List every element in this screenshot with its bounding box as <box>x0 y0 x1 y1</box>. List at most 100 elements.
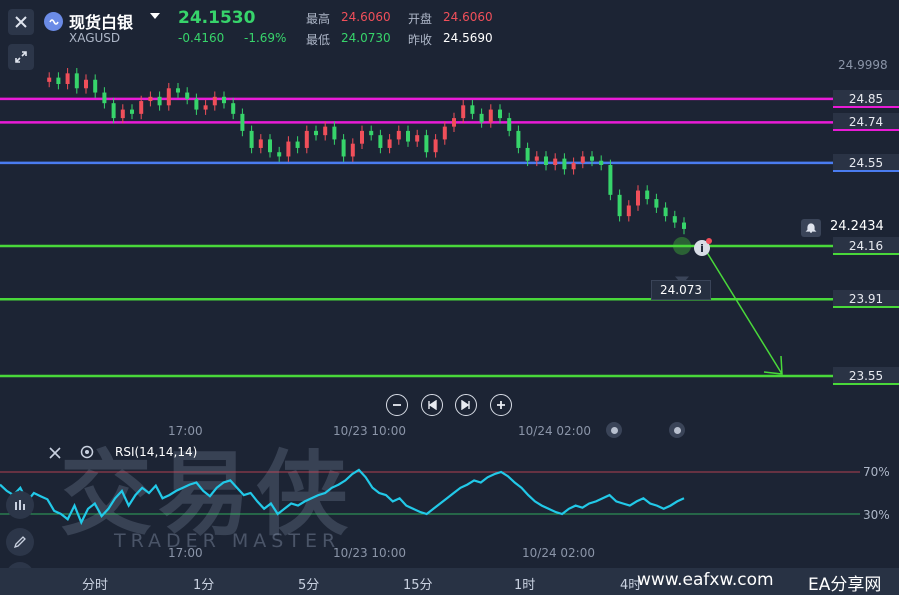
candle-body <box>433 139 438 153</box>
scroll-end-button[interactable] <box>455 394 477 416</box>
candle-body <box>672 216 677 223</box>
level-tag: 24.85 <box>833 89 899 108</box>
chart-app: 现货白银 XAGUSD 24.1530 -0.4160 -1.69% 最高 24… <box>0 0 899 595</box>
zoom-in-button[interactable] <box>490 394 512 416</box>
candle-body <box>350 143 355 157</box>
price-marker-glow <box>673 236 691 255</box>
minus-icon <box>393 404 401 406</box>
candle-body <box>102 92 107 104</box>
bell-icon <box>805 223 817 233</box>
candle-body <box>608 164 613 195</box>
zoom-out-button[interactable] <box>386 394 408 416</box>
open-value: 24.6060 <box>443 10 493 24</box>
price-chart[interactable]: i <box>0 52 899 392</box>
candle-body <box>139 101 144 114</box>
close-icon <box>15 16 27 28</box>
candle-body <box>332 126 337 140</box>
period-tab[interactable]: 1分 <box>193 574 214 593</box>
candle-body <box>470 105 475 114</box>
axis-top-price: 24.9998 <box>838 58 888 72</box>
scroll-start-button[interactable] <box>421 394 443 416</box>
last-price: 24.1530 <box>178 8 256 28</box>
footer-url: www.eafxw.com <box>637 570 774 590</box>
rsi-chart[interactable] <box>0 462 899 540</box>
candle-body <box>415 135 420 142</box>
candle-body <box>249 130 254 148</box>
prev-close-value: 24.5690 <box>443 31 493 45</box>
candle-body <box>525 147 530 161</box>
candle-body <box>268 139 272 153</box>
symbol-icon <box>44 12 63 31</box>
dot-marker[interactable] <box>669 422 685 438</box>
candle-body <box>378 135 383 148</box>
close-icon <box>49 447 61 459</box>
candle-body <box>424 135 429 153</box>
candle-body <box>341 139 346 157</box>
candle-body <box>571 162 576 170</box>
candle-body <box>323 126 328 136</box>
candle-body <box>461 105 466 119</box>
candle-body <box>295 141 300 148</box>
candle-body <box>56 77 61 85</box>
candle-body <box>387 139 392 148</box>
price-change: -0.4160 <box>178 31 225 45</box>
level-tag: 23.55 <box>833 367 899 385</box>
draw-tool-button[interactable] <box>6 528 34 556</box>
price-change-percent: -1.69% <box>244 31 287 45</box>
symbol-name[interactable]: 现货白银 <box>69 9 133 33</box>
time-label: 17:00 <box>168 546 203 560</box>
rsi-line <box>0 468 685 526</box>
candle-body <box>479 113 484 123</box>
rsi-upper-label: 70% <box>863 465 890 479</box>
candle-body <box>130 109 134 114</box>
candle-body <box>65 73 70 85</box>
candle-body <box>314 130 318 136</box>
candle-body <box>93 79 98 93</box>
candle-body <box>636 190 640 206</box>
candle-body <box>74 73 79 89</box>
candle-body <box>626 205 631 217</box>
candle-body <box>277 152 282 157</box>
candle-body <box>111 103 116 119</box>
indicator-settings-button[interactable] <box>79 444 95 464</box>
period-tab[interactable]: 分时 <box>82 574 108 593</box>
rsi-label: RSI(14,14,14) <box>115 445 198 459</box>
high-value: 24.6060 <box>341 10 391 24</box>
time-label: 10/24 02:00 <box>518 424 591 438</box>
close-button[interactable] <box>8 9 34 35</box>
candle-body <box>176 88 180 93</box>
period-tab[interactable]: 5分 <box>298 574 319 593</box>
low-label: 最低 <box>306 33 331 47</box>
candle-body <box>516 130 521 148</box>
candle-body <box>663 207 668 217</box>
candle-body <box>157 96 162 106</box>
pencil-icon <box>13 536 26 549</box>
candle-body <box>396 130 401 140</box>
period-tab[interactable]: 1时 <box>514 574 535 593</box>
level-tag: 24.16 <box>833 236 899 255</box>
candle-body <box>84 79 88 89</box>
projection-arrow <box>702 245 783 375</box>
candle-body <box>212 96 217 106</box>
candle-body <box>590 156 594 161</box>
period-tab[interactable]: 15分 <box>403 574 433 593</box>
candle-body <box>544 156 548 165</box>
candle-body <box>304 130 309 148</box>
candle-body <box>258 139 263 148</box>
candle-body <box>203 105 208 110</box>
prev-close-label: 昨收 <box>408 33 433 47</box>
low-value: 24.0730 <box>341 31 391 45</box>
chevron-down-icon[interactable] <box>150 13 160 19</box>
candle-body <box>645 190 650 200</box>
indicator-tool-button[interactable] <box>6 491 34 519</box>
candle-body <box>498 109 502 119</box>
level-tag: 24.55 <box>833 153 899 172</box>
candle-body <box>553 158 558 165</box>
candle-body <box>562 158 567 170</box>
time-label: 10/24 02:00 <box>522 546 595 560</box>
alert-bell-button[interactable] <box>801 219 821 237</box>
candle-body <box>194 98 199 110</box>
open-label: 开盘 <box>408 12 433 26</box>
dot-marker[interactable] <box>606 422 622 438</box>
high-label: 最高 <box>306 12 331 26</box>
